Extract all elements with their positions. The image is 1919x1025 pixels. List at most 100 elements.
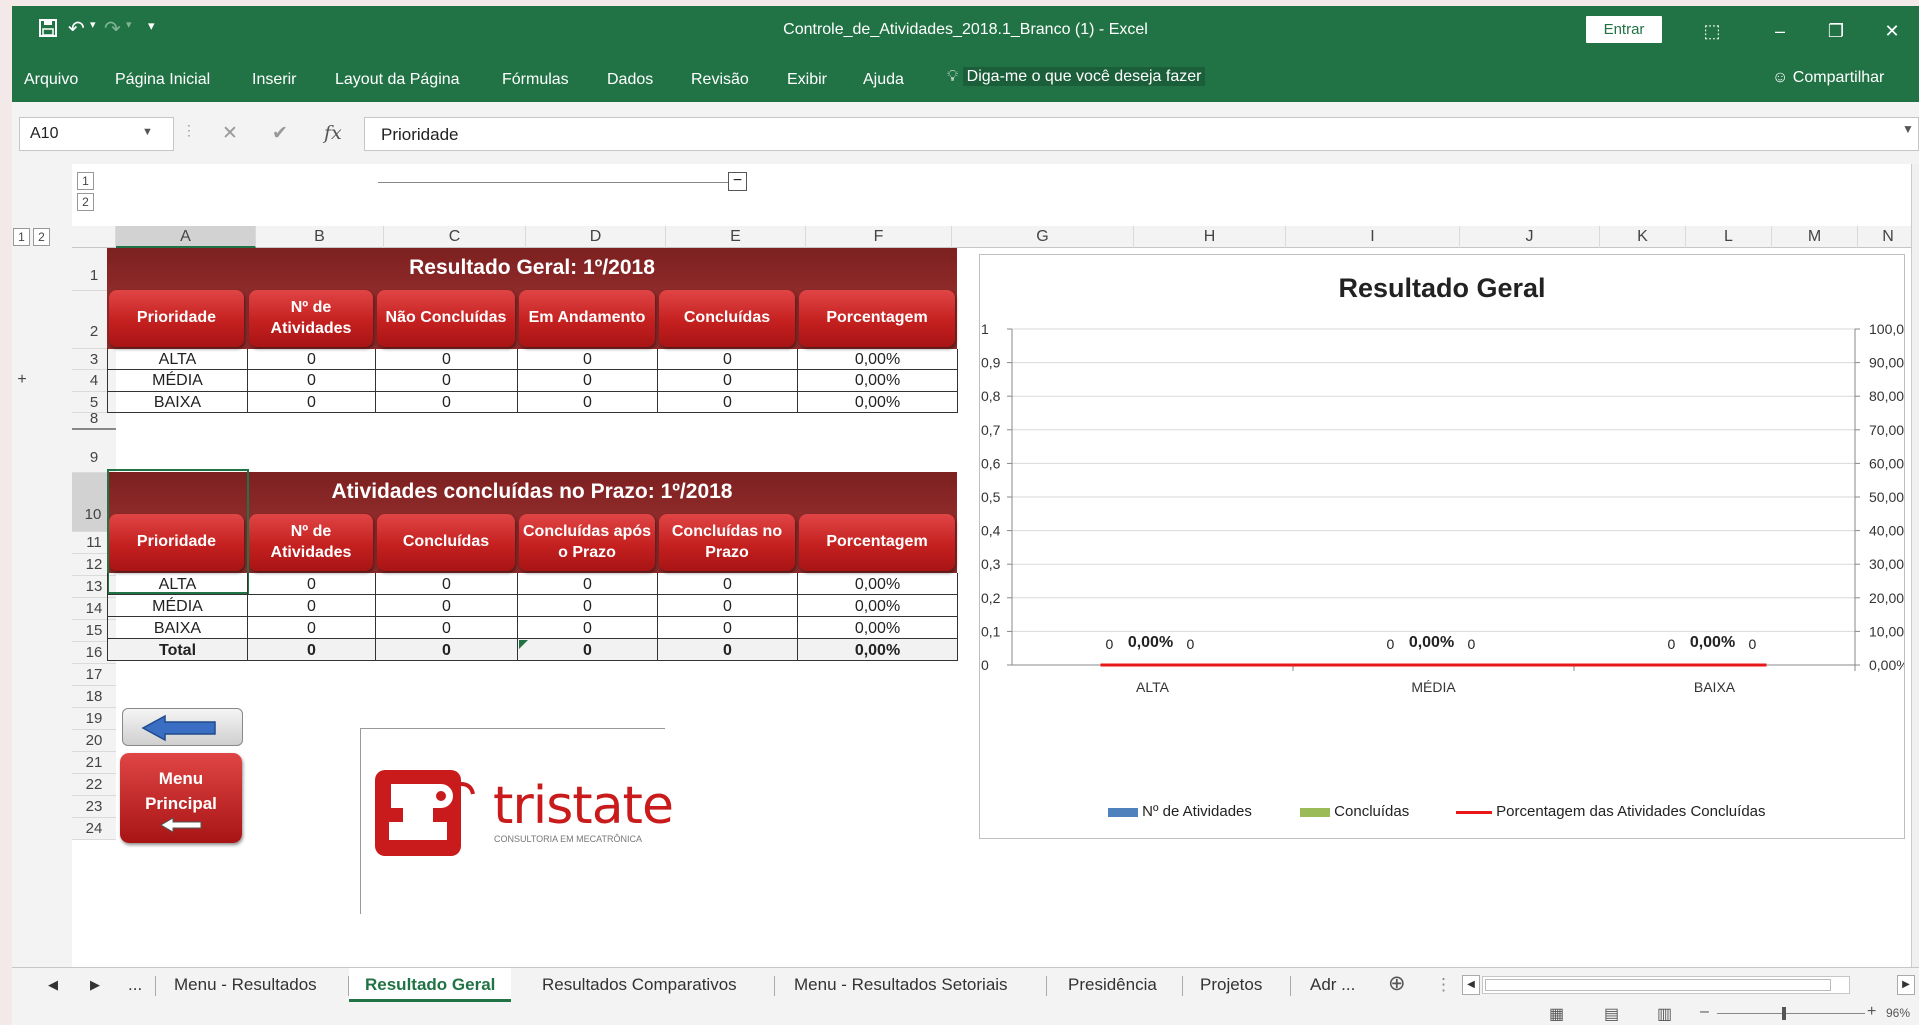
horizontal-scroll-thumb[interactable] bbox=[1485, 979, 1831, 991]
row-header-18[interactable]: 18 bbox=[72, 686, 116, 708]
tab-formulas[interactable]: Fórmulas bbox=[502, 71, 569, 89]
row-header-23[interactable]: 23 bbox=[72, 796, 116, 818]
page-layout-view-icon[interactable]: ▤ bbox=[1604, 1004, 1619, 1024]
menu-principal-button[interactable]: Menu Principal bbox=[120, 753, 242, 843]
tab-review[interactable]: Revisão bbox=[691, 71, 749, 89]
table1-cell[interactable]: 0 bbox=[248, 392, 376, 413]
column-header-k[interactable]: K bbox=[1600, 226, 1686, 248]
tab-help[interactable]: Ajuda bbox=[863, 71, 904, 89]
share-button[interactable]: ☺ Compartilhar bbox=[1772, 69, 1884, 87]
zoom-out-icon[interactable]: – bbox=[1700, 1003, 1709, 1021]
more-tabs-left[interactable]: ... bbox=[126, 968, 144, 1002]
select-all-corner[interactable] bbox=[72, 226, 116, 248]
table2-cell[interactable]: BAIXA bbox=[108, 617, 248, 639]
table2-total-cell[interactable]: 0 bbox=[248, 639, 376, 661]
scroll-tabs-right-icon[interactable]: ▶ bbox=[88, 968, 102, 1002]
scroll-tabs-left-icon[interactable]: ◀ bbox=[46, 968, 60, 1002]
column-header-i[interactable]: I bbox=[1286, 226, 1460, 248]
tab-home[interactable]: Página Inicial bbox=[115, 71, 210, 89]
table1-cell[interactable]: 0 bbox=[248, 349, 376, 370]
table2-total-cell[interactable]: Total bbox=[108, 639, 248, 661]
zoom-slider-thumb[interactable] bbox=[1782, 1007, 1786, 1020]
vertical-scrollbar[interactable] bbox=[1911, 164, 1919, 967]
chart-resultado-geral[interactable]: Resultado Geral 0 0,1 0,2 0,3 0,4 0,5 0,6 0,7 0,… bbox=[979, 254, 1905, 839]
row-header-17[interactable]: 17 bbox=[72, 664, 116, 686]
horizontal-scrollbar[interactable] bbox=[1482, 976, 1850, 994]
table2-cell[interactable]: 0 bbox=[376, 573, 518, 595]
sheet-tab-resultado-geral[interactable]: Resultado Geral bbox=[349, 968, 512, 1002]
column-header-m[interactable]: M bbox=[1772, 226, 1858, 248]
expand-formula-icon[interactable]: ▼ bbox=[1902, 122, 1914, 136]
column-header-h[interactable]: H bbox=[1134, 226, 1286, 248]
sheet-tab-truncated[interactable]: Adr ... bbox=[1308, 968, 1357, 1002]
table2-cell[interactable]: 0 bbox=[376, 617, 518, 639]
table2-cell[interactable]: 0 bbox=[248, 573, 376, 595]
tab-data[interactable]: Dados bbox=[607, 71, 653, 89]
add-sheet-icon[interactable]: ⊕ bbox=[1386, 967, 1408, 1001]
outline-level-2[interactable]: 2 bbox=[77, 193, 94, 211]
expand-group-button[interactable]: + bbox=[12, 371, 32, 391]
enter-icon[interactable]: ✔ bbox=[272, 122, 288, 145]
table1-cell[interactable]: 0,00% bbox=[798, 392, 958, 413]
table2-cell[interactable]: 0 bbox=[248, 617, 376, 639]
row-header-21[interactable]: 21 bbox=[72, 752, 116, 774]
row-header-9[interactable]: 9 bbox=[72, 430, 116, 473]
row-outline-level-2[interactable]: 2 bbox=[33, 228, 50, 246]
table1-cell[interactable]: 0 bbox=[518, 392, 658, 413]
table1-cell[interactable]: BAIXA bbox=[108, 392, 248, 413]
table1-cell[interactable]: 0 bbox=[376, 392, 518, 413]
outline-level-1[interactable]: 1 bbox=[77, 172, 94, 190]
sheet-tab-menu-resultados-setoriais[interactable]: Menu - Resultados Setoriais bbox=[792, 968, 1010, 1002]
table1-cell[interactable]: 0 bbox=[376, 349, 518, 370]
tab-file[interactable]: Arquivo bbox=[24, 71, 78, 89]
ribbon-display-options-icon[interactable]: ⬚ bbox=[1692, 16, 1732, 46]
row-header-8[interactable]: 8 bbox=[72, 411, 116, 430]
sheet-tab-menu-resultados[interactable]: Menu - Resultados bbox=[172, 968, 319, 1002]
column-header-c[interactable]: C bbox=[384, 226, 526, 248]
row-outline-level-1[interactable]: 1 bbox=[13, 228, 30, 246]
table1-cell[interactable]: 0,00% bbox=[798, 349, 958, 370]
table2-total-cell[interactable]: 0 bbox=[376, 639, 518, 661]
table1-cell[interactable]: 0 bbox=[248, 370, 376, 392]
table2-cell[interactable]: 0 bbox=[518, 573, 658, 595]
hscroll-right-icon[interactable]: ▶ bbox=[1897, 975, 1915, 995]
table2-total-cell[interactable]: 0,00% bbox=[798, 639, 958, 661]
formula-input[interactable]: Prioridade bbox=[364, 117, 1919, 151]
collapse-group-button[interactable]: − bbox=[728, 172, 747, 191]
column-header-l[interactable]: L bbox=[1686, 226, 1772, 248]
sheet-tab-projetos[interactable]: Projetos bbox=[1198, 968, 1264, 1002]
column-header-e[interactable]: E bbox=[666, 226, 806, 248]
zoom-in-icon[interactable]: + bbox=[1867, 1003, 1876, 1021]
zoom-slider[interactable] bbox=[1717, 1013, 1865, 1014]
normal-view-icon[interactable]: ▦ bbox=[1549, 1004, 1564, 1024]
table2-cell[interactable]: 0,00% bbox=[798, 617, 958, 639]
column-header-d[interactable]: D bbox=[526, 226, 666, 248]
table2-cell[interactable]: MÉDIA bbox=[108, 595, 248, 617]
table2-cell[interactable]: 0 bbox=[518, 595, 658, 617]
minimize-icon[interactable]: – bbox=[1760, 16, 1800, 46]
table1-cell[interactable]: 0 bbox=[658, 392, 798, 413]
row-header-19[interactable]: 19 bbox=[72, 708, 116, 730]
column-header-g[interactable]: G bbox=[952, 226, 1134, 248]
column-header-b[interactable]: B bbox=[256, 226, 384, 248]
table1-cell[interactable]: 0,00% bbox=[798, 370, 958, 392]
hscroll-left-icon[interactable]: ◀ bbox=[1462, 975, 1480, 995]
sheet-tab-presidencia[interactable]: Presidência bbox=[1066, 968, 1159, 1002]
table2-cell[interactable]: 0 bbox=[658, 595, 798, 617]
table1-cell[interactable]: ALTA bbox=[108, 349, 248, 370]
close-icon[interactable]: ✕ bbox=[1872, 16, 1912, 46]
column-header-j[interactable]: J bbox=[1460, 226, 1600, 248]
tell-me-search[interactable]: 💡︎ Diga-me o que você deseja fazer bbox=[947, 67, 1206, 86]
table2-cell[interactable]: ALTA bbox=[108, 573, 248, 595]
tab-page-layout[interactable]: Layout da Página bbox=[335, 71, 460, 89]
table2-cell[interactable]: 0 bbox=[658, 617, 798, 639]
column-header-a[interactable]: A bbox=[116, 226, 256, 248]
row-header-24[interactable]: 24 bbox=[72, 818, 116, 840]
row-header-22[interactable]: 22 bbox=[72, 774, 116, 796]
table2-total-cell[interactable]: 0 bbox=[658, 639, 798, 661]
table2-total-cell[interactable]: 0 bbox=[518, 639, 658, 661]
tab-view[interactable]: Exibir bbox=[787, 71, 827, 89]
column-header-f[interactable]: F bbox=[806, 226, 952, 248]
page-break-view-icon[interactable]: ▥ bbox=[1657, 1004, 1672, 1024]
chevron-down-icon[interactable]: ▼ bbox=[142, 126, 153, 138]
